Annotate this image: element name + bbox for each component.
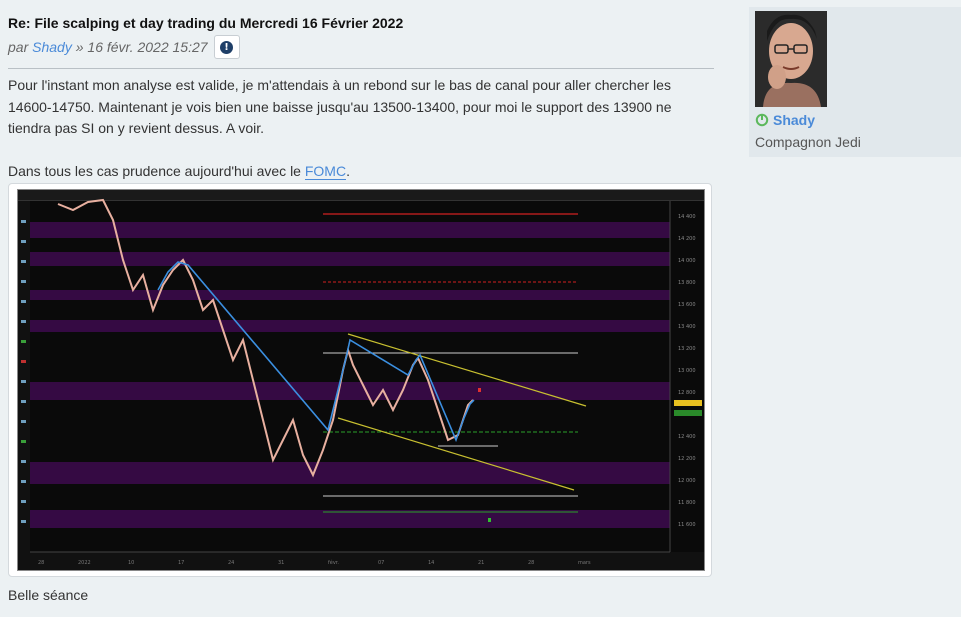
post-title[interactable]: Re: File scalping et day trading du Merc…	[8, 14, 714, 32]
svg-text:13 600: 13 600	[678, 302, 696, 308]
svg-text:12 200: 12 200	[678, 456, 696, 462]
svg-text:31: 31	[278, 560, 284, 566]
svg-text:mars: mars	[578, 560, 591, 566]
svg-text:12 800: 12 800	[678, 390, 696, 396]
post-paragraph-2: Dans tous les cas prudence aujourd'hui a…	[8, 161, 714, 183]
svg-text:11 600: 11 600	[678, 522, 696, 528]
svg-text:12 400: 12 400	[678, 434, 696, 440]
svg-text:13 800: 13 800	[678, 280, 696, 286]
fomc-link[interactable]: FOMC	[304, 162, 347, 180]
user-line: Shady	[755, 112, 815, 128]
svg-text:14 400: 14 400	[678, 214, 696, 220]
svg-text:14 000: 14 000	[678, 258, 696, 264]
chart-image[interactable]: 14 400 14 200 14 000 13 800 13 600 13 400 1…	[17, 189, 705, 571]
avatar[interactable]	[755, 11, 827, 107]
svg-text:14: 14	[428, 560, 434, 566]
svg-text:17: 17	[178, 560, 184, 566]
svg-text:11 800: 11 800	[678, 500, 696, 506]
post-meta: par Shady » 16 févr. 2022 15:27 !	[8, 35, 714, 59]
svg-text:10: 10	[128, 560, 134, 566]
svg-text:13 200: 13 200	[678, 346, 696, 352]
svg-text:28: 28	[38, 560, 44, 566]
author-profile: Shady Compagnon Jedi	[749, 7, 961, 157]
post-date: 16 févr. 2022 15:27	[87, 39, 208, 55]
chart-attachment[interactable]: 14 400 14 200 14 000 13 800 13 600 13 400 1…	[8, 183, 712, 577]
svg-text:12 000: 12 000	[678, 478, 696, 484]
paragraph-text: .	[346, 162, 350, 179]
post-divider	[8, 68, 714, 69]
trading-chart-screenshot: 14 400 14 200 14 000 13 800 13 600 13 400 1…	[18, 190, 704, 570]
profile-username[interactable]: Shady	[773, 112, 815, 128]
online-power-icon	[755, 113, 769, 127]
svg-text:24: 24	[228, 560, 234, 566]
post: Re: File scalping et day trading du Merc…	[8, 14, 714, 182]
svg-text:févr.: févr.	[328, 559, 339, 566]
post-paragraph-1: Pour l'instant mon analyse est valide, j…	[8, 77, 672, 136]
svg-text:13 000: 13 000	[678, 368, 696, 374]
meta-separator: »	[75, 39, 84, 55]
author-link[interactable]: Shady	[32, 39, 72, 55]
svg-text:2022: 2022	[78, 560, 91, 566]
post-info-button[interactable]: !	[213, 35, 240, 59]
svg-text:14 200: 14 200	[678, 236, 696, 242]
svg-text:07: 07	[378, 560, 384, 566]
paragraph-text: Dans tous les cas prudence aujourd'hui a…	[8, 162, 305, 179]
info-circle-icon: !	[220, 40, 234, 54]
profile-rank: Compagnon Jedi	[755, 134, 861, 150]
svg-text:13 400: 13 400	[678, 324, 696, 330]
svg-text:28: 28	[528, 560, 534, 566]
svg-text:21: 21	[478, 560, 484, 566]
post-body: Pour l'instant mon analyse est valide, j…	[8, 75, 714, 182]
closing-text: Belle séance	[8, 587, 89, 603]
meta-by: par	[8, 39, 29, 55]
